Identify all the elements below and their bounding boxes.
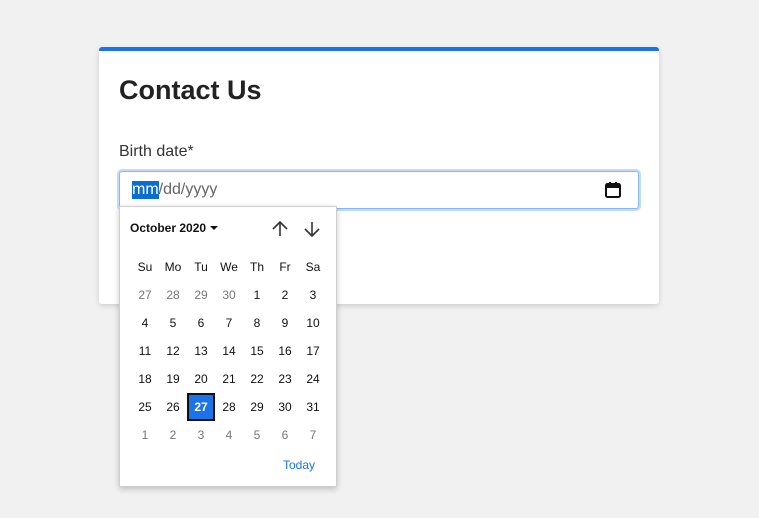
calendar-day-selected[interactable]: 27	[187, 393, 215, 421]
weekday-header: Su	[137, 260, 153, 274]
month-year-label: October 2020	[130, 221, 207, 235]
calendar-day[interactable]: 2	[159, 421, 187, 449]
calendar-day[interactable]: 19	[159, 365, 187, 393]
calendar-day[interactable]: 7	[299, 421, 327, 449]
weekday-header: Sa	[305, 260, 321, 274]
calendar-day[interactable]: 8	[243, 309, 271, 337]
weekday-header: Th	[249, 260, 264, 274]
today-button[interactable]: Today	[283, 458, 315, 472]
calendar-day[interactable]: 3	[187, 421, 215, 449]
weekday-header: Mo	[164, 260, 182, 274]
calendar-day[interactable]: 4	[131, 309, 159, 337]
date-picker-popup: October 2020 Su Mo Tu We Th Fr Sa 27 28 …	[119, 206, 337, 487]
caret-down-icon	[210, 226, 219, 230]
calendar-grid: Su Mo Tu We Th Fr Sa 27 28 29 30 1 2 3 4…	[131, 253, 327, 449]
calendar-day[interactable]: 28	[215, 393, 243, 421]
calendar-day[interactable]: 1	[131, 421, 159, 449]
calendar-day[interactable]: 20	[187, 365, 215, 393]
month-segment[interactable]: mm	[132, 181, 159, 199]
page-title: Contact Us	[119, 75, 262, 105]
weekday-header: We	[220, 260, 238, 274]
calendar-day[interactable]: 4	[215, 421, 243, 449]
calendar-day[interactable]: 25	[131, 393, 159, 421]
calendar-day[interactable]: 16	[271, 337, 299, 365]
calendar-day[interactable]: 21	[215, 365, 243, 393]
calendar-day[interactable]: 12	[159, 337, 187, 365]
arrow-down-icon[interactable]	[302, 219, 322, 239]
calendar-day[interactable]: 2	[271, 281, 299, 309]
calendar-day[interactable]: 30	[215, 281, 243, 309]
calendar-day[interactable]: 28	[159, 281, 187, 309]
calendar-day[interactable]: 6	[271, 421, 299, 449]
calendar-day[interactable]: 10	[299, 309, 327, 337]
calendar-day[interactable]: 22	[243, 365, 271, 393]
calendar-day[interactable]: 31	[299, 393, 327, 421]
weekday-header: Tu	[194, 260, 208, 274]
calendar-day[interactable]: 15	[243, 337, 271, 365]
day-segment[interactable]: dd	[163, 181, 181, 199]
calendar-day[interactable]: 29	[243, 393, 271, 421]
calendar-day[interactable]: 13	[187, 337, 215, 365]
calendar-day[interactable]: 5	[243, 421, 271, 449]
calendar-day[interactable]: 30	[271, 393, 299, 421]
year-segment[interactable]: yyyy	[185, 181, 217, 199]
calendar-day[interactable]: 14	[215, 337, 243, 365]
calendar-day[interactable]: 26	[159, 393, 187, 421]
calendar-icon[interactable]	[604, 181, 622, 199]
calendar-day[interactable]: 6	[187, 309, 215, 337]
month-year-selector[interactable]: October 2020	[130, 221, 219, 235]
weekday-header: Fr	[279, 260, 291, 274]
calendar-day[interactable]: 9	[271, 309, 299, 337]
arrow-up-icon[interactable]	[270, 219, 290, 239]
calendar-day[interactable]: 3	[299, 281, 327, 309]
calendar-day[interactable]: 27	[131, 281, 159, 309]
calendar-day[interactable]: 7	[215, 309, 243, 337]
calendar-day[interactable]: 18	[131, 365, 159, 393]
calendar-day[interactable]: 29	[187, 281, 215, 309]
calendar-day[interactable]: 17	[299, 337, 327, 365]
birth-date-label: Birth date*	[119, 143, 194, 160]
calendar-day[interactable]: 11	[131, 337, 159, 365]
calendar-day[interactable]: 5	[159, 309, 187, 337]
birth-date-input[interactable]: mm / dd / yyyy	[119, 171, 639, 209]
calendar-day[interactable]: 1	[243, 281, 271, 309]
calendar-day[interactable]: 23	[271, 365, 299, 393]
calendar-day[interactable]: 24	[299, 365, 327, 393]
